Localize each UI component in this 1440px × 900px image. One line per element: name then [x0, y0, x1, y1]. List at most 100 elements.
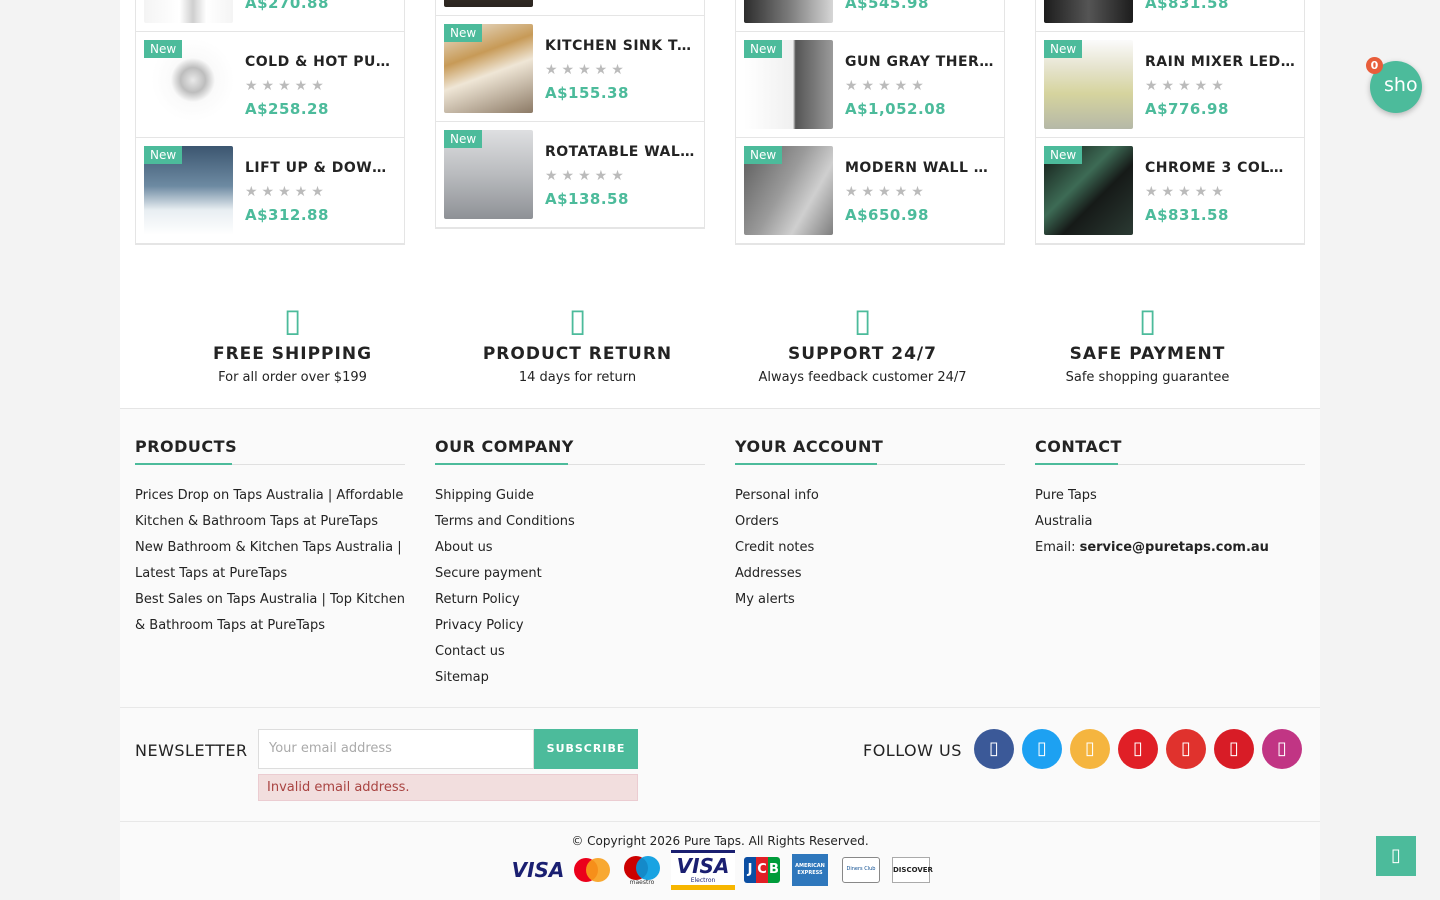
features-bar: ▯ FREE SHIPPING For all order over $199 … — [120, 300, 1320, 408]
pinterest-icon[interactable]: ▯ — [1214, 729, 1254, 769]
product-title[interactable]: RAIN MIXER LED SHOWER — [1145, 54, 1295, 70]
new-badge: New — [144, 146, 183, 164]
follow-us-label: FOLLOW US — [863, 741, 962, 760]
product-card[interactable]: New KITCHEN SINK TAP GOLD ★★★★★ A$155.38 — [436, 16, 704, 122]
google-plus-icon[interactable]: ▯ — [1166, 729, 1206, 769]
product-card[interactable]: A$270.88 — [136, 0, 404, 32]
footer-link[interactable]: Shipping Guide — [435, 483, 705, 509]
product-card[interactable]: New ROTATABLE WALL MOUNTED TAP ★★★★★ A$138.… — [436, 122, 704, 228]
product-image[interactable] — [444, 0, 533, 7]
footer-link[interactable]: My alerts — [735, 587, 1005, 613]
product-card[interactable]: New GUN GRAY THERMOSTATIC SHOWER ★★★★★ A$1,… — [736, 32, 1004, 138]
product-image[interactable] — [144, 0, 233, 23]
amex-icon: AMERICAN EXPRESS — [792, 850, 828, 890]
footer-products-list: Prices Drop on Taps Australia | Affordab… — [135, 483, 405, 639]
rating-stars: ★★★★★ — [545, 168, 628, 184]
product-column-1: A$270.88 New COLD & HOT PULL OUT BASIN MIX… — [135, 0, 405, 245]
product-image[interactable] — [1044, 0, 1133, 23]
product-title[interactable]: GUN GRAY THERMOSTATIC SHOWER — [845, 54, 995, 70]
facebook-icon[interactable]: ▯ — [974, 729, 1014, 769]
product-price: A$258.28 — [245, 100, 329, 118]
divider — [120, 707, 1320, 708]
footer-heading-contact: CONTACT — [1035, 437, 1305, 465]
cart-count-badge: 0 — [1366, 57, 1383, 74]
return-icon: ▯ — [568, 301, 587, 339]
footer-account-list: Personal info Orders Credit notes Addresses… — [735, 483, 1005, 613]
product-title[interactable]: LIFT UP & DOWN BASIN MIXER — [245, 160, 395, 176]
product-card[interactable]: New RAIN MIXER LED SHOWER ★★★★★ A$776.98 — [1036, 32, 1304, 138]
contact-name: Pure Taps — [1035, 488, 1097, 503]
footer-link[interactable]: Contact us — [435, 639, 705, 665]
contact-email: Email: service@puretaps.com.au — [1035, 540, 1269, 555]
newsletter-error: Invalid email address. — [258, 774, 638, 801]
product-card[interactable]: New COLD & HOT PULL OUT BASIN MIXER ★★★★★ A… — [136, 32, 404, 138]
footer-link[interactable]: About us — [435, 535, 705, 561]
footer-contact: CONTACT Pure Taps Australia Email: servi… — [1035, 437, 1305, 561]
product-title[interactable]: ROTATABLE WALL MOUNTED TAP — [545, 144, 695, 160]
footer-company-list: Shipping Guide Terms and Conditions About … — [435, 483, 705, 691]
arrow-up-icon: ▯ — [1391, 845, 1401, 866]
twitter-icon[interactable]: ▯ — [1022, 729, 1062, 769]
footer-link[interactable]: Credit notes — [735, 535, 1005, 561]
newsletter-email-input[interactable]: Your email address — [258, 729, 534, 769]
footer-heading-products: PRODUCTS — [135, 437, 405, 465]
rating-stars: ★★★★★ — [1145, 78, 1228, 94]
subscribe-button[interactable]: SUBSCRIBE — [534, 729, 638, 769]
product-title[interactable]: CHROME 3 COLOR LED SHOWER — [1145, 160, 1295, 176]
product-card[interactable] — [436, 0, 704, 16]
cart-label: sho — [1384, 74, 1418, 96]
new-badge: New — [744, 146, 783, 164]
product-price: A$776.98 — [1145, 100, 1229, 118]
footer-link[interactable]: Latest Taps at PureTaps — [135, 561, 405, 587]
product-card[interactable]: A$545.98 — [736, 0, 1004, 32]
rating-stars: ★★★★★ — [1145, 184, 1228, 200]
product-image[interactable] — [744, 0, 833, 23]
footer-link[interactable]: Privacy Policy — [435, 613, 705, 639]
footer-link[interactable]: Best Sales on Taps Australia | Top Kitch… — [135, 587, 405, 613]
product-card[interactable]: A$831.58 — [1036, 0, 1304, 32]
footer-link[interactable]: New Bathroom & Kitchen Taps Australia | — [135, 535, 405, 561]
payment-icon: ▯ — [1138, 301, 1157, 339]
rating-stars: ★★★★★ — [845, 78, 928, 94]
footer-link[interactable]: Prices Drop on Taps Australia | Affordab… — [135, 483, 405, 509]
rating-stars: ★★★★★ — [245, 184, 328, 200]
feature-product-return: ▯ PRODUCT RETURN 14 days for return — [435, 300, 720, 385]
divider — [120, 821, 1320, 822]
product-price: A$155.38 — [545, 84, 629, 102]
product-title[interactable]: MODERN WALL MOUNTED SHOWER — [845, 160, 995, 176]
instagram-icon[interactable]: ▯ — [1262, 729, 1302, 769]
feature-title: SAFE PAYMENT — [1069, 344, 1226, 364]
footer-link[interactable]: Return Policy — [435, 587, 705, 613]
mastercard-icon — [570, 850, 614, 890]
jcb-icon: J C B — [743, 850, 781, 890]
footer-link[interactable]: Terms and Conditions — [435, 509, 705, 535]
product-card[interactable]: New LIFT UP & DOWN BASIN MIXER ★★★★★ A$312.… — [136, 138, 404, 244]
diners-club-icon: Diners Club — [841, 850, 881, 890]
product-card[interactable]: New MODERN WALL MOUNTED SHOWER ★★★★★ A$650.… — [736, 138, 1004, 244]
rss-icon[interactable]: ▯ — [1070, 729, 1110, 769]
footer-link[interactable]: & Bathroom Taps at PureTaps — [135, 613, 405, 639]
feature-title: FREE SHIPPING — [212, 344, 373, 364]
product-price: A$1,052.08 — [845, 100, 947, 118]
page-container: A$270.88 New COLD & HOT PULL OUT BASIN MIX… — [120, 0, 1320, 900]
scroll-to-top-button[interactable]: ▯ — [1376, 836, 1416, 876]
footer-contact-list: Pure Taps Australia Email: service@puret… — [1035, 483, 1305, 561]
new-badge: New — [1044, 146, 1083, 164]
footer-link[interactable]: Personal info — [735, 483, 1005, 509]
footer-link[interactable]: Addresses — [735, 561, 1005, 587]
visa-icon: VISA — [511, 858, 565, 882]
product-price: A$545.98 — [845, 0, 929, 12]
email-link[interactable]: service@puretaps.com.au — [1080, 540, 1269, 555]
product-title[interactable]: KITCHEN SINK TAP GOLD — [545, 38, 695, 54]
product-title[interactable]: COLD & HOT PULL OUT BASIN MIXER — [245, 54, 395, 70]
product-price: A$650.98 — [845, 206, 929, 224]
footer-link[interactable]: Secure payment — [435, 561, 705, 587]
footer-link[interactable]: Sitemap — [435, 665, 705, 691]
product-card[interactable]: New CHROME 3 COLOR LED SHOWER ★★★★★ A$831.5… — [1036, 138, 1304, 244]
footer-products: PRODUCTS Prices Drop on Taps Australia |… — [135, 437, 405, 639]
footer-link[interactable]: Kitchen & Bathroom Taps at PureTaps — [135, 509, 405, 535]
footer-link[interactable]: Orders — [735, 509, 1005, 535]
youtube-icon[interactable]: ▯ — [1118, 729, 1158, 769]
footer-account: YOUR ACCOUNT Personal info Orders Credit n… — [735, 437, 1005, 613]
new-badge: New — [444, 24, 483, 42]
